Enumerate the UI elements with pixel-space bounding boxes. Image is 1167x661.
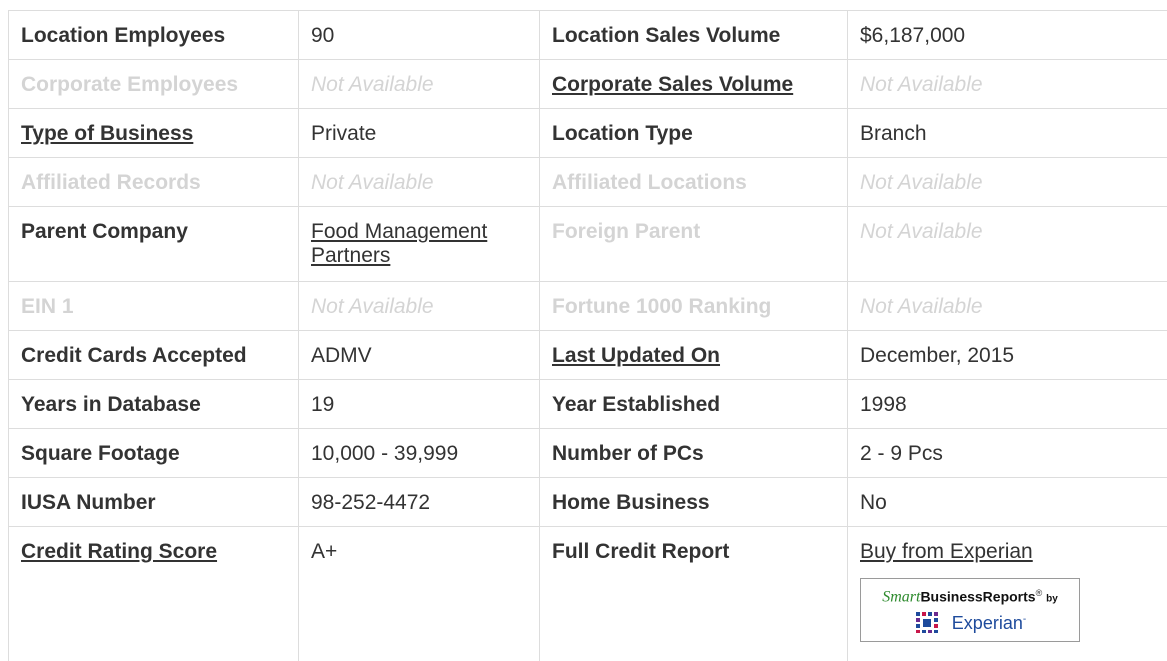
row-value: 90 (299, 11, 540, 60)
row-value: Not Available (848, 282, 1167, 331)
table-row: Type of Business Private Location Type B… (9, 109, 1167, 158)
table-row: Credit Cards Accepted ADMV Last Updated … (9, 331, 1167, 380)
row-label-link[interactable]: Credit Rating Score (9, 527, 299, 661)
row-value: A+ (299, 527, 540, 661)
row-label: Location Sales Volume (540, 11, 848, 60)
row-value: Not Available (848, 207, 1167, 282)
table-row: Credit Rating Score A+ Full Credit Repor… (9, 527, 1167, 661)
row-label-link[interactable]: Type of Business (9, 109, 299, 158)
row-value: 19 (299, 380, 540, 429)
badge-smart-text: Smart (882, 589, 920, 606)
row-label: Location Employees (9, 11, 299, 60)
table-row: Location Employees 90 Location Sales Vol… (9, 11, 1167, 60)
badge-registered-mark: ® (1036, 588, 1043, 598)
table-row: Square Footage 10,000 - 39,999 Number of… (9, 429, 1167, 478)
row-value: No (848, 478, 1167, 527)
table-row: Parent Company Food Management Partners … (9, 207, 1167, 282)
row-value: 2 - 9 Pcs (848, 429, 1167, 478)
row-label: EIN 1 (9, 282, 299, 331)
table-row: Affiliated Records Not Available Affilia… (9, 158, 1167, 207)
row-label: Affiliated Locations (540, 158, 848, 207)
badge-trademark-mark: - (1023, 614, 1026, 625)
table-row: Years in Database 19 Year Established 19… (9, 380, 1167, 429)
badge-experian-text: Experian (952, 613, 1023, 633)
badge-by-text: by (1046, 594, 1058, 605)
row-label: Location Type (540, 109, 848, 158)
badge-business-reports-text: BusinessReports (920, 589, 1035, 605)
row-label-link[interactable]: Last Updated On (540, 331, 848, 380)
table-row: EIN 1 Not Available Fortune 1000 Ranking… (9, 282, 1167, 331)
row-label: Credit Cards Accepted (9, 331, 299, 380)
row-value: Not Available (299, 158, 540, 207)
row-label: Year Established (540, 380, 848, 429)
row-label-link[interactable]: Corporate Sales Volume (540, 60, 848, 109)
row-value: Not Available (299, 282, 540, 331)
row-label: Affiliated Records (9, 158, 299, 207)
table-row: IUSA Number 98-252-4472 Home Business No (9, 478, 1167, 527)
row-value: Not Available (299, 60, 540, 109)
row-value: 98-252-4472 (299, 478, 540, 527)
row-value: Branch (848, 109, 1167, 158)
row-value: ADMV (299, 331, 540, 380)
row-label: Foreign Parent (540, 207, 848, 282)
smart-business-reports-badge[interactable]: SmartBusinessReports® by (860, 578, 1080, 642)
row-label: Parent Company (9, 207, 299, 282)
row-label: Years in Database (9, 380, 299, 429)
table-row: Corporate Employees Not Available Corpor… (9, 60, 1167, 109)
row-label: Corporate Employees (9, 60, 299, 109)
buy-from-experian-link[interactable]: Buy from Experian (860, 540, 1033, 563)
row-label: Full Credit Report (540, 527, 848, 661)
row-label: Fortune 1000 Ranking (540, 282, 848, 331)
business-info-table: Location Employees 90 Location Sales Vol… (8, 10, 1167, 661)
experian-logo-icon (914, 610, 948, 639)
row-label: Home Business (540, 478, 848, 527)
row-label: Number of PCs (540, 429, 848, 478)
row-label: Square Footage (9, 429, 299, 478)
row-value: Not Available (848, 158, 1167, 207)
parent-company-link[interactable]: Food Management Partners (311, 220, 487, 267)
row-label: IUSA Number (9, 478, 299, 527)
row-value: Private (299, 109, 540, 158)
row-value: 1998 (848, 380, 1167, 429)
row-value: December, 2015 (848, 331, 1167, 380)
row-value: 10,000 - 39,999 (299, 429, 540, 478)
row-value: $6,187,000 (848, 11, 1167, 60)
row-value: Not Available (848, 60, 1167, 109)
